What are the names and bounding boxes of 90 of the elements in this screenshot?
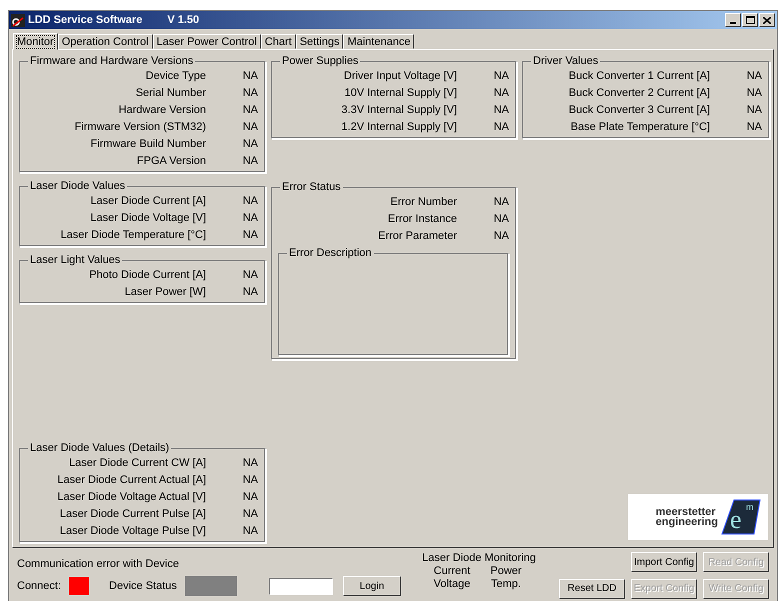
window-title: LDD Service Software	[28, 14, 142, 26]
tab[interactable]: Maintenance	[343, 34, 414, 49]
field-value: NA	[242, 154, 258, 166]
field-value: NA	[242, 120, 258, 132]
field-value: NA	[494, 120, 509, 132]
version-label: V 1.50	[167, 14, 200, 26]
group-title: Laser Diode Values	[29, 180, 126, 192]
monitoring-label: Temp.	[491, 578, 521, 590]
field-value: NA	[746, 120, 762, 132]
group-title: Firmware and Hardware Versions	[29, 55, 194, 67]
monitoring-label: Voltage	[434, 578, 470, 590]
field-value: NA	[494, 86, 509, 98]
field-value: NA	[242, 508, 258, 520]
minimize-button[interactable]	[725, 13, 741, 27]
field-label: Base Plate Temperature [°C]	[570, 120, 710, 132]
group-title: Power Supplies	[281, 55, 360, 67]
field-label: Error Instance	[388, 212, 457, 224]
tab[interactable]: Monitor	[13, 33, 58, 50]
field-label: Laser Diode Voltage [V]	[90, 212, 206, 224]
close-button[interactable]	[759, 13, 775, 27]
field-label: Laser Power [W]	[124, 286, 206, 298]
tab[interactable]: Laser Power Control	[152, 34, 261, 49]
field-label: Driver Input Voltage [V]	[344, 70, 457, 82]
field-value: NA	[242, 268, 258, 280]
field-value: NA	[242, 194, 258, 206]
field-label: Buck Converter 3 Current [A]	[568, 104, 710, 116]
field-label: Error Parameter	[378, 230, 457, 242]
field-value: NA	[242, 286, 258, 298]
field-value: NA	[242, 524, 258, 536]
monitoring-label: Power	[490, 565, 522, 577]
field-label: Firmware Version (STM32)	[74, 120, 206, 132]
maximize-button[interactable]	[742, 13, 758, 27]
field-value: NA	[494, 212, 509, 224]
field-label: Laser Diode Current [A]	[90, 194, 206, 206]
field-value: NA	[494, 230, 509, 242]
field-label: 3.3V Internal Supply [V]	[341, 104, 457, 116]
field-label: Laser Diode Current CW [A]	[69, 456, 206, 468]
field-value: NA	[746, 70, 762, 82]
field-value: NA	[494, 104, 509, 116]
login-button[interactable]: Login	[342, 576, 401, 596]
field-label: Buck Converter 2 Current [A]	[568, 86, 710, 98]
status-message: Communication error with Device	[17, 558, 180, 570]
password-field[interactable]	[268, 578, 333, 594]
field-value: NA	[494, 196, 509, 208]
group-title: Laser Diode Values (Details)	[29, 442, 170, 454]
field-label: Laser Diode Voltage Pulse [V]	[60, 524, 206, 536]
field-value: NA	[746, 86, 762, 98]
field-value: NA	[242, 228, 258, 240]
device-status-label: Device Status	[109, 580, 177, 592]
logo-text: meerstetter	[656, 507, 716, 517]
field-value: NA	[242, 474, 258, 486]
field-label: Hardware Version	[118, 104, 206, 116]
app-icon	[11, 14, 25, 26]
field-label: Laser Diode Current Pulse [A]	[60, 508, 206, 520]
monitoring-title: Laser Diode Monitoring	[422, 552, 536, 564]
field-label: Photo Diode Current [A]	[89, 268, 206, 280]
field-value: NA	[242, 138, 258, 150]
field-label: Device Type	[146, 70, 206, 82]
logo-text: engineering	[656, 517, 718, 527]
close-icon	[763, 16, 771, 24]
field-label: 1.2V Internal Supply [V]	[341, 120, 457, 132]
field-value: NA	[242, 456, 258, 468]
field-label: Error Number	[390, 196, 457, 208]
field-value: NA	[242, 212, 258, 224]
field-value: NA	[242, 86, 258, 98]
field-value: NA	[494, 70, 509, 82]
tab[interactable]: Chart	[260, 34, 296, 49]
field-label: Laser Diode Voltage Actual [V]	[57, 490, 206, 502]
tab[interactable]: Settings	[296, 34, 344, 49]
field-label: Laser Diode Temperature [°C]	[60, 228, 206, 240]
field-label: 10V Internal Supply [V]	[344, 86, 457, 98]
field-label: Buck Converter 1 Current [A]	[568, 70, 710, 82]
field-label: Serial Number	[136, 86, 206, 98]
field-label: Firmware Build Number	[90, 138, 206, 150]
field-label: FPGA Version	[136, 154, 206, 166]
field-label: Laser Diode Current Actual [A]	[57, 474, 206, 486]
group-title: Laser Light Values	[29, 254, 122, 266]
config-button[interactable]: Import Config	[631, 552, 697, 572]
field-value: NA	[746, 104, 762, 116]
field-value: NA	[242, 104, 258, 116]
config-button[interactable]: Reset LDD	[559, 578, 625, 598]
maximize-icon	[746, 16, 754, 24]
connect-label: Connect:	[17, 580, 62, 592]
group-title: Error Status	[281, 181, 342, 193]
group-title: Error Description	[288, 247, 373, 259]
field-value: NA	[242, 490, 258, 502]
tab[interactable]: Operation Control	[58, 34, 153, 49]
field-value: NA	[242, 70, 258, 82]
monitoring-label: Current	[434, 565, 470, 577]
group-title: Driver Values	[532, 55, 600, 67]
